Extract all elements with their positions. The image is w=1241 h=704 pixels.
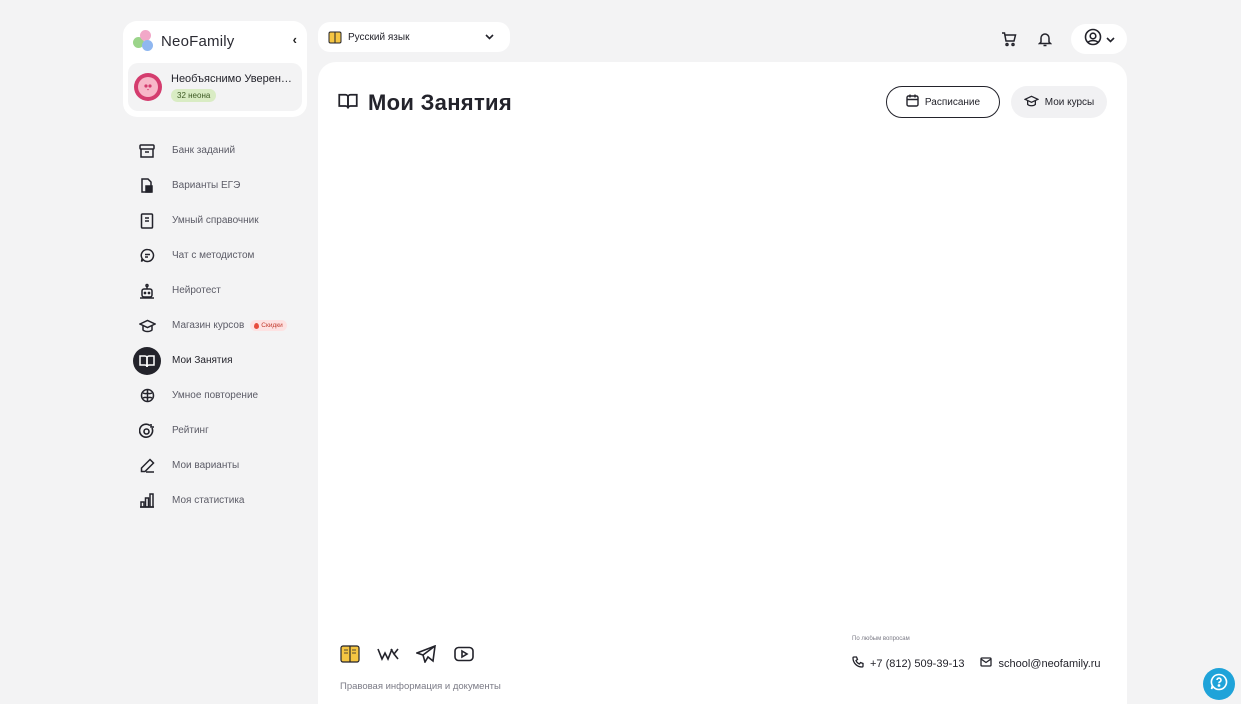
sidebar-item-my-variants[interactable]: Мои варианты (130, 448, 310, 483)
sidebar-item-neurotest[interactable]: Нейротест (130, 273, 310, 308)
open-book-icon (338, 92, 358, 115)
email-contact[interactable]: school@neofamily.ru (980, 657, 1101, 670)
cart-icon[interactable] (995, 25, 1023, 53)
schedule-button-label: Расписание (924, 96, 981, 108)
graduation-cap-icon (1023, 95, 1040, 110)
calendar-icon (906, 94, 919, 110)
sidebar-item-methodist-chat[interactable]: Чат с методистом (130, 238, 310, 273)
chevron-down-icon (1105, 30, 1115, 48)
target-icon (134, 418, 160, 444)
collapse-sidebar-button[interactable]: ‹ (293, 32, 297, 47)
brand-row: NeoFamily ‹ (133, 29, 301, 53)
email-address: school@neofamily.ru (998, 657, 1101, 670)
sidebar-item-my-stats[interactable]: Моя статистика (130, 483, 310, 518)
brand-card: NeoFamily ‹ Необъяснимо Уверенн... 32 не… (123, 21, 307, 117)
sale-badge-label: Скидки (261, 322, 283, 329)
sidebar-item-smart-reference[interactable]: Умный справочник (130, 203, 310, 238)
book-logo-icon[interactable] (338, 642, 362, 666)
robot-icon (134, 278, 160, 304)
brand-name: NeoFamily (161, 32, 235, 50)
phone-contact[interactable]: +7 (812) 509-39-13 (852, 656, 964, 671)
social-links (338, 642, 476, 666)
pencil-icon (134, 453, 160, 479)
phone-icon (852, 656, 864, 671)
subject-select[interactable]: Русский язык (318, 22, 510, 52)
mail-icon (980, 657, 993, 670)
sidebar-item-label: Умный справочник (172, 215, 259, 226)
sidebar-item-label: Умное повторение (172, 390, 259, 401)
book-reference-icon (134, 208, 160, 234)
archive-icon (134, 138, 160, 164)
help-button[interactable] (1203, 668, 1235, 700)
open-book-icon (133, 346, 161, 375)
avatar (134, 73, 162, 101)
sidebar-item-label: Моя статистика (172, 495, 245, 506)
neon-balance-badge: 32 неона (171, 88, 217, 102)
sidebar-item-ege-variants[interactable]: Варианты ЕГЭ (130, 168, 310, 203)
chat-icon (134, 243, 160, 269)
sidebar-item-label: Рейтинг (172, 425, 209, 436)
legal-info-link[interactable]: Правовая информация и документы (340, 681, 501, 692)
page-title: Мои Занятия (368, 90, 512, 115)
user-circle-icon (1084, 28, 1102, 51)
sidebar-item-label: Варианты ЕГЭ (172, 180, 241, 191)
fire-drop-icon (254, 322, 260, 329)
sidebar-item-my-lessons[interactable]: Мои Занятия (130, 343, 310, 378)
question-chat-icon (1210, 673, 1228, 696)
sidebar-item-label: Чат с методистом (172, 250, 255, 261)
sidebar-item-rating[interactable]: Рейтинг (130, 413, 310, 448)
phone-number: +7 (812) 509-39-13 (870, 657, 965, 670)
sidebar-nav: Банк заданий Варианты ЕГЭ Умный справочн… (130, 133, 310, 518)
telegram-icon[interactable] (414, 642, 438, 666)
my-courses-button-label: Мои курсы (1044, 96, 1095, 108)
book-logo-icon (328, 31, 342, 44)
sidebar-item-label: Банк заданий (172, 145, 236, 156)
profile-name: Необъяснимо Уверенн... (171, 72, 295, 85)
sidebar-item-smart-repeat[interactable]: Умное повторение (130, 378, 310, 413)
contacts: +7 (812) 509-39-13 school@neofamily.ru (852, 656, 1101, 671)
sidebar-item-label: Магазин курсов (172, 320, 245, 331)
brain-icon (134, 383, 160, 409)
schedule-button[interactable]: Расписание (886, 86, 1000, 118)
owl-avatar-icon (138, 77, 158, 97)
bell-icon[interactable] (1031, 25, 1059, 53)
youtube-icon[interactable] (452, 642, 476, 666)
sidebar-item-label: Нейротест (172, 285, 221, 296)
neofamily-logo-icon (133, 30, 155, 52)
sidebar-item-task-bank[interactable]: Банк заданий (130, 133, 310, 168)
chevron-down-icon (485, 32, 494, 42)
sidebar-item-course-shop[interactable]: Магазин курсов Скидки (130, 308, 310, 343)
profile-box[interactable]: Необъяснимо Уверенн... 32 неона (128, 63, 302, 111)
sidebar-item-label: Мои Занятия (172, 355, 233, 366)
vk-icon[interactable] (376, 642, 400, 666)
sidebar-item-label: Мои варианты (172, 460, 240, 471)
top-icons (987, 24, 1127, 54)
user-menu-button[interactable] (1071, 24, 1127, 54)
main-card: Мои Занятия Расписание Мои курсы Правова… (318, 62, 1127, 704)
subject-select-value: Русский язык (348, 31, 410, 43)
graduation-cap-icon (134, 313, 160, 339)
contact-caption: По любым вопросам (852, 636, 910, 642)
page-title-row: Мои Занятия (338, 90, 512, 116)
document-variants-icon (134, 173, 160, 199)
my-courses-button[interactable]: Мои курсы (1011, 86, 1107, 118)
bar-chart-icon (134, 488, 160, 514)
sale-badge: Скидки (250, 320, 287, 331)
